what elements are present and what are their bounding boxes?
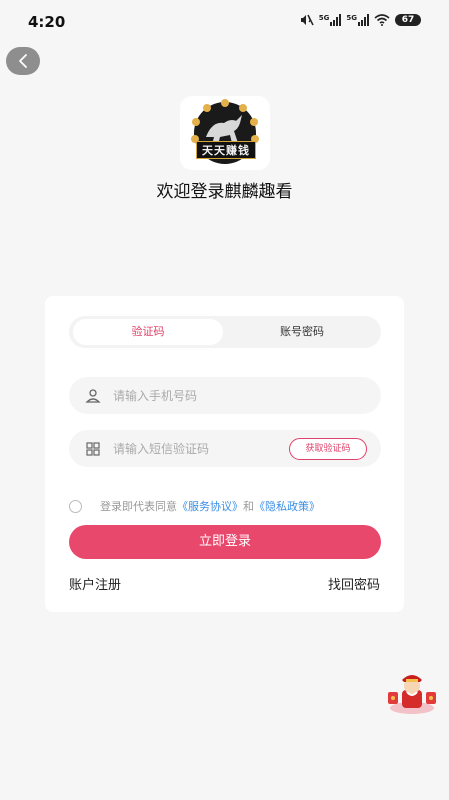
get-code-button[interactable]: 获取验证码 [289,438,367,460]
status-bar: 4:20 5G 5G 67 [0,0,449,44]
agreement-row: 登录即代表同意 《服务协议》 和 《隐私政策》 [69,497,389,515]
logo-text: 天天赚钱 [196,141,256,159]
chevron-left-icon [19,54,27,68]
mute-icon [300,14,314,26]
service-agreement-link[interactable]: 《服务协议》 [177,498,243,514]
signal-icon: 5G [319,14,342,26]
login-tabs: 验证码 账号密码 [69,316,381,348]
battery-icon: 67 [395,14,421,26]
app-logo: 天天赚钱 [180,96,270,170]
floating-mascot[interactable] [382,670,442,716]
wifi-icon [374,14,390,26]
status-time: 4:20 [28,13,66,31]
phone-field [69,377,381,414]
tab-verification-code[interactable]: 验证码 [73,319,223,345]
tab-account-password[interactable]: 账号密码 [227,319,377,345]
user-icon [85,389,101,403]
network-label-1: 5G [318,14,330,22]
phone-input[interactable] [113,377,293,414]
privacy-policy-link[interactable]: 《隐私政策》 [254,498,320,514]
grid-icon [86,442,100,456]
agree-checkbox[interactable] [69,499,82,513]
signal-icon: 5G [346,14,369,26]
welcome-title: 欢迎登录麒麟趣看 [156,182,293,202]
back-button[interactable] [6,47,40,75]
agreement-prefix: 登录即代表同意 [100,500,177,513]
login-card: 验证码 账号密码 获取验证码 登录即代表同意 《服务协议》 和 《隐私政策》 立… [45,296,404,612]
network-label-2: 5G [346,14,357,22]
status-icons: 5G 5G 67 [298,14,421,26]
register-link[interactable]: 账户注册 [69,574,121,593]
sms-code-input[interactable] [113,430,293,467]
agreement-and: 和 [243,500,254,513]
login-button[interactable]: 立即登录 [69,525,381,559]
forgot-password-link[interactable]: 找回密码 [328,574,380,593]
fortune-god-icon [388,675,436,714]
code-field: 获取验证码 [69,430,381,467]
